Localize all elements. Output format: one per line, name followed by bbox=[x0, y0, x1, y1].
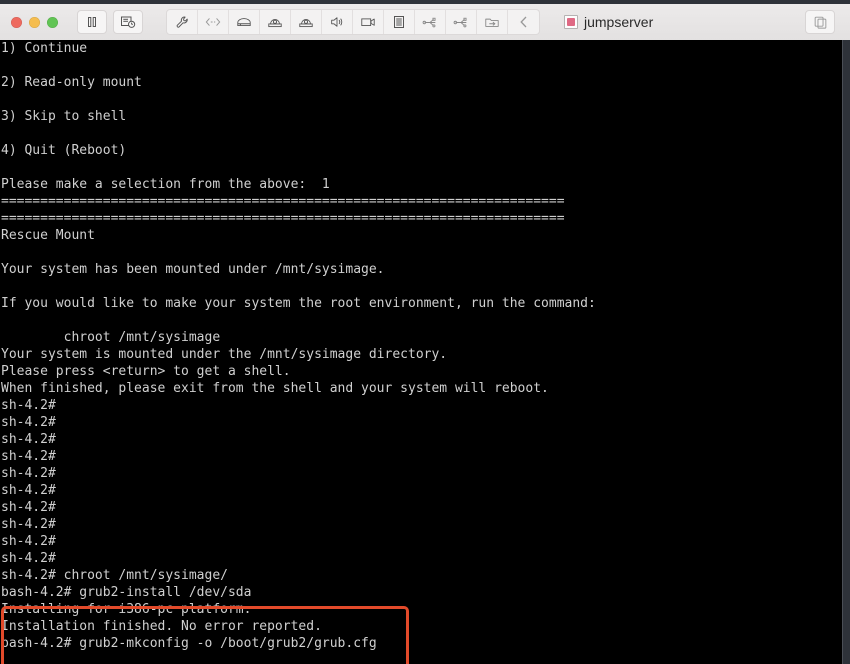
terminal-line: sh-4.2# bbox=[1, 500, 64, 515]
window-left-button-group bbox=[76, 10, 144, 34]
terminal-line: ========================================… bbox=[1, 211, 565, 226]
camera-video-icon bbox=[361, 18, 375, 26]
terminal-output-pane[interactable]: 1) Continue 2) Read-only mount 3) Skip to … bbox=[0, 40, 842, 664]
terminal-line: sh-4.2# bbox=[1, 432, 64, 447]
device-toolbar bbox=[166, 9, 540, 35]
terminal-line: ========================================… bbox=[1, 194, 565, 209]
terminal-line-list: 1) Continue 2) Read-only mount 3) Skip to … bbox=[0, 40, 842, 652]
shared-folder-button[interactable] bbox=[477, 10, 508, 34]
terminal-line: Your system is mounted under the /mnt/sy… bbox=[1, 347, 448, 362]
disk-button[interactable] bbox=[229, 10, 260, 34]
terminal-window: jumpserver 1) Continue 2) Read-only mount… bbox=[0, 0, 850, 664]
terminal-line: bash-4.2# grub2-mkconfig -o /boot/grub2/… bbox=[1, 636, 377, 651]
speaker-button[interactable] bbox=[322, 10, 353, 34]
terminal-line: Please press <return> to get a shell. bbox=[1, 364, 291, 379]
list-button[interactable] bbox=[384, 10, 415, 34]
screenshot-clock-icon bbox=[121, 16, 136, 28]
webcam-alt-button[interactable] bbox=[291, 10, 322, 34]
list-icon bbox=[394, 16, 404, 28]
traffic-light-controls bbox=[11, 16, 58, 28]
pause-icon bbox=[88, 17, 96, 27]
terminal-line: sh-4.2# bbox=[1, 466, 64, 481]
wrench-button[interactable] bbox=[167, 10, 198, 34]
usb-alt-icon bbox=[453, 17, 467, 27]
video-button[interactable] bbox=[353, 10, 384, 34]
jumpserver-favicon-icon bbox=[564, 15, 578, 29]
terminal-line: Installing for i386-pc platform. bbox=[1, 602, 252, 617]
webcam-alt-icon bbox=[299, 18, 313, 27]
tab-jumpserver[interactable]: jumpserver bbox=[564, 14, 653, 30]
stack-icon bbox=[814, 16, 826, 29]
disk-icon bbox=[237, 17, 251, 26]
speaker-icon bbox=[331, 17, 343, 27]
tab-title-label: jumpserver bbox=[584, 14, 654, 30]
screenshot-timer-button[interactable] bbox=[113, 10, 143, 34]
window-titlebar: jumpserver bbox=[0, 0, 850, 41]
code-arrows-icon bbox=[205, 18, 221, 26]
terminal-line: bash-4.2# grub2-install /dev/sda bbox=[1, 585, 252, 600]
terminal-line: 2) Read-only mount bbox=[1, 75, 142, 90]
wrench-icon bbox=[176, 16, 188, 28]
terminal-line: Your system has been mounted under /mnt/… bbox=[1, 262, 385, 277]
usb-button[interactable] bbox=[415, 10, 446, 34]
webcam-button[interactable] bbox=[260, 10, 291, 34]
terminal-line: sh-4.2# bbox=[1, 551, 64, 566]
terminal-line: sh-4.2# bbox=[1, 449, 64, 464]
terminal-line: sh-4.2# bbox=[1, 398, 64, 413]
zoom-button[interactable] bbox=[47, 16, 58, 28]
terminal-line: sh-4.2# bbox=[1, 483, 64, 498]
window-right-edge bbox=[842, 40, 850, 664]
terminal-line: When finished, please exit from the shel… bbox=[1, 381, 549, 396]
chevron-left-icon bbox=[519, 16, 526, 28]
terminal-line: Please make a selection from the above: … bbox=[1, 177, 330, 192]
code-arrows-button[interactable] bbox=[198, 10, 229, 34]
windows-stack-button[interactable] bbox=[805, 10, 835, 34]
minimize-button[interactable] bbox=[29, 16, 40, 28]
terminal-line: Rescue Mount bbox=[1, 228, 95, 243]
terminal-line: If you would like to make your system th… bbox=[1, 296, 596, 311]
webcam-icon bbox=[268, 18, 282, 27]
pause-button[interactable] bbox=[77, 10, 107, 34]
terminal-line: sh-4.2# bbox=[1, 517, 64, 532]
folder-share-icon bbox=[485, 18, 499, 27]
usb-icon bbox=[422, 17, 436, 27]
terminal-line: sh-4.2# bbox=[1, 534, 64, 549]
collapse-toolbar-button[interactable] bbox=[508, 10, 539, 34]
terminal-line: 1) Continue bbox=[1, 41, 88, 56]
terminal-line: sh-4.2# bbox=[1, 415, 64, 430]
terminal-line: 3) Skip to shell bbox=[1, 109, 127, 124]
terminal-line: chroot /mnt/sysimage bbox=[1, 330, 221, 345]
terminal-line: sh-4.2# chroot /mnt/sysimage/ bbox=[1, 568, 228, 583]
terminal-line: Installation finished. No error reported… bbox=[1, 619, 322, 634]
close-button[interactable] bbox=[11, 16, 22, 28]
terminal-line: 4) Quit (Reboot) bbox=[1, 143, 127, 158]
usb-alt-button[interactable] bbox=[446, 10, 477, 34]
